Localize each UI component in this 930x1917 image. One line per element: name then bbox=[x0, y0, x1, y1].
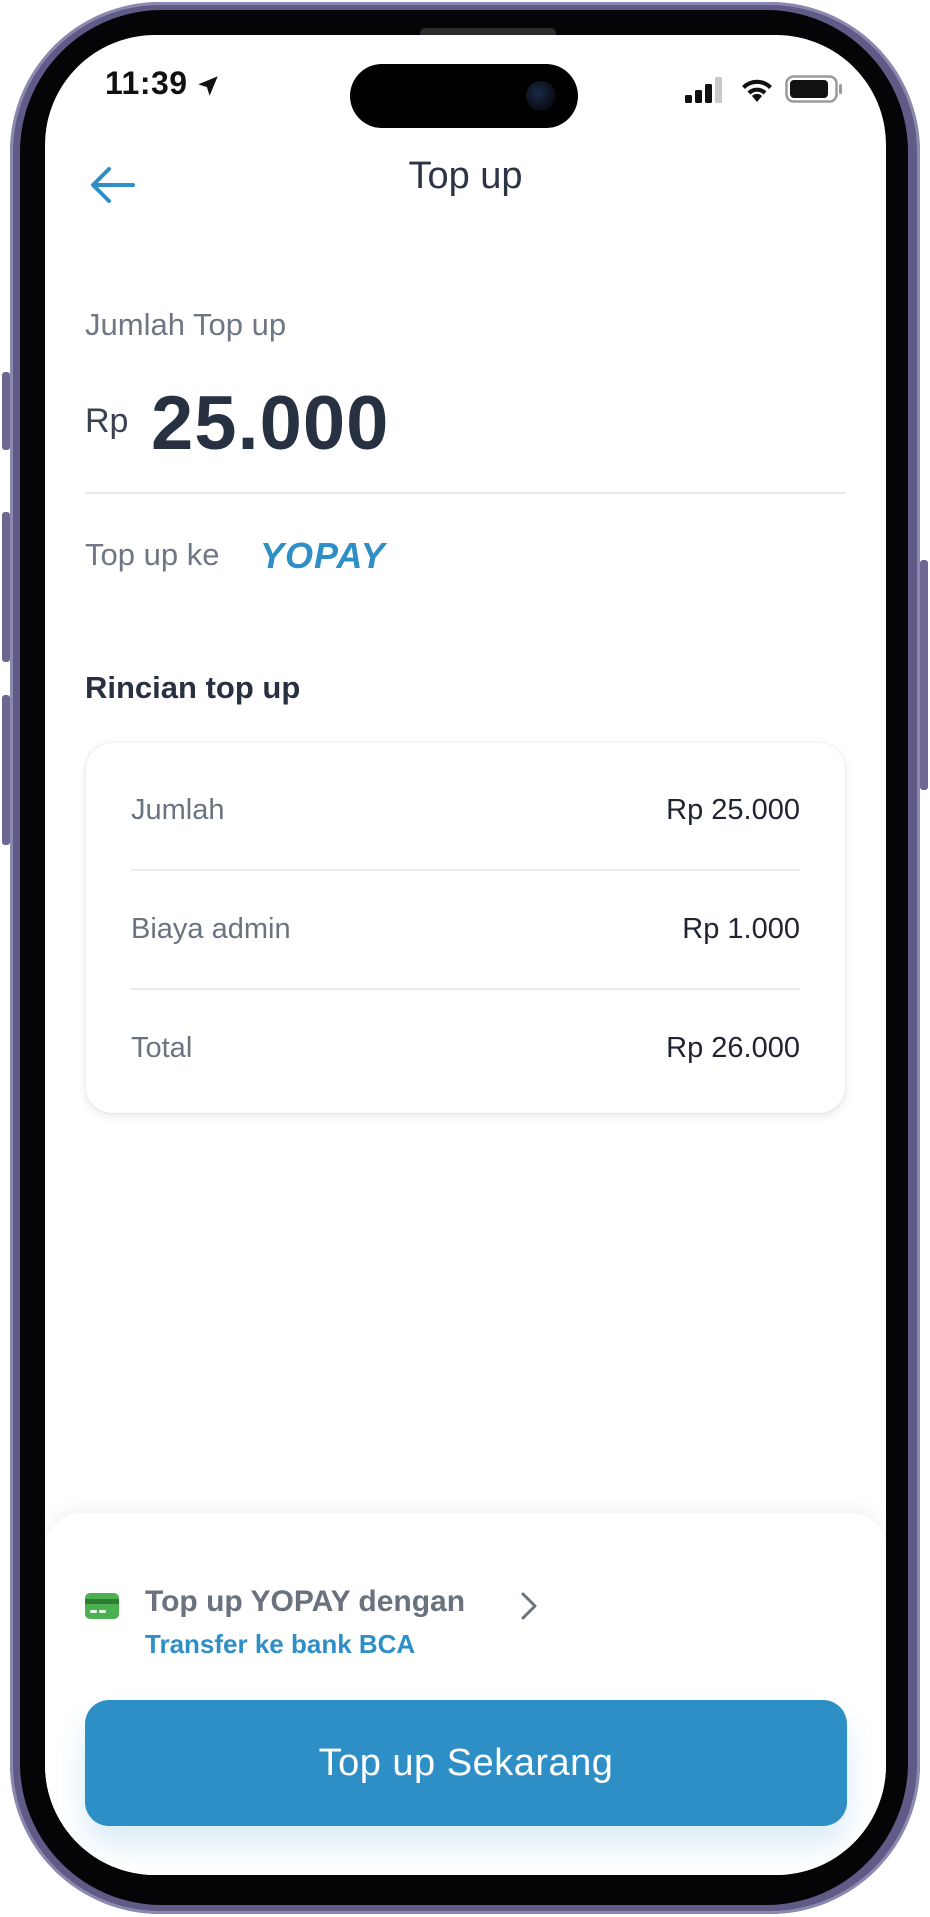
power-button bbox=[920, 560, 928, 790]
amount-label: Jumlah Top up bbox=[85, 307, 287, 342]
app-screen: 11:39 Top up Jumlah Top up Rp 25.000 Top… bbox=[45, 35, 886, 1875]
detail-label: Biaya admin bbox=[131, 912, 291, 945]
detail-label: Jumlah bbox=[131, 793, 225, 826]
divider bbox=[85, 492, 846, 494]
details-title: Rincian top up bbox=[85, 670, 301, 705]
volume-down-button bbox=[2, 695, 10, 845]
amount-currency: Rp bbox=[85, 402, 129, 440]
status-time: 11:39 bbox=[105, 65, 188, 101]
detail-row-total: Total Rp 26.000 bbox=[131, 989, 800, 1107]
volume-up-button bbox=[2, 512, 10, 662]
cellular-signal-icon bbox=[685, 77, 722, 103]
details-card: Jumlah Rp 25.000 Biaya admin Rp 1.000 To… bbox=[86, 743, 845, 1113]
detail-value: Rp 25.000 bbox=[666, 793, 800, 826]
chevron-right-icon[interactable] bbox=[515, 1589, 541, 1623]
page-title: Top up bbox=[408, 155, 523, 197]
front-camera bbox=[526, 81, 556, 111]
detail-row-admin-fee: Biaya admin Rp 1.000 bbox=[131, 870, 800, 990]
payment-method-subtitle[interactable]: Transfer ke bank BCA bbox=[145, 1629, 415, 1660]
silent-switch bbox=[2, 372, 10, 450]
yopay-logo: YOPAY bbox=[260, 535, 386, 576]
bottom-sheet: Top up YOPAY dengan Transfer ke bank BCA… bbox=[45, 1513, 886, 1875]
topup-now-button[interactable]: Top up Sekarang bbox=[85, 1700, 847, 1826]
amount-value: 25.000 bbox=[151, 381, 390, 466]
location-arrow-icon bbox=[198, 76, 218, 96]
detail-row-amount: Jumlah Rp 25.000 bbox=[131, 751, 800, 871]
dynamic-island bbox=[350, 64, 578, 128]
topup-destination-label: Top up ke bbox=[85, 537, 220, 572]
credit-card-icon bbox=[85, 1593, 119, 1619]
detail-value: Rp 1.000 bbox=[682, 912, 800, 945]
wifi-icon bbox=[742, 79, 772, 102]
detail-label: Total bbox=[131, 1031, 193, 1064]
payment-method-title[interactable]: Top up YOPAY dengan bbox=[145, 1585, 465, 1619]
battery-icon bbox=[785, 75, 842, 103]
detail-value: Rp 26.000 bbox=[666, 1031, 800, 1064]
